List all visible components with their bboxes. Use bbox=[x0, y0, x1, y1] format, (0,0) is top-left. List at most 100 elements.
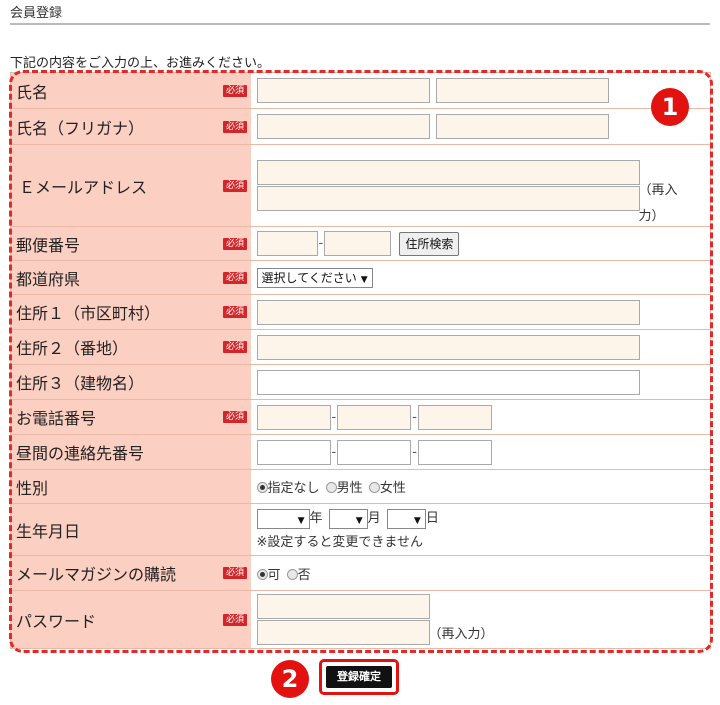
label-cell: 氏名 必須 bbox=[10, 72, 251, 109]
required-badge: 必須 bbox=[223, 306, 248, 318]
label-cell: メールマガジンの購読 必須 bbox=[10, 555, 251, 591]
value-cell bbox=[250, 364, 711, 400]
label-cell: Ｅメールアドレス 必須 bbox=[10, 144, 251, 227]
password-confirm-input[interactable] bbox=[256, 620, 430, 645]
required-badge: 必須 bbox=[223, 84, 248, 97]
field-label-address1: 住所１（市区町村） bbox=[16, 304, 161, 323]
newsletter-option-label: 否 bbox=[297, 567, 311, 583]
email-input[interactable] bbox=[256, 160, 640, 185]
required-badge: 必須 bbox=[223, 341, 248, 353]
value-cell: - 住所検索 bbox=[250, 226, 711, 261]
row-email: Ｅメールアドレス 必須 （再入力） bbox=[10, 144, 711, 227]
field-label-gender: 性別 bbox=[16, 478, 49, 498]
row-prefecture: 都道府県 必須 選択してください ▼ bbox=[10, 260, 711, 295]
phone-first-input[interactable] bbox=[256, 404, 331, 430]
row-name: 氏名 必須 bbox=[10, 72, 711, 109]
day-phone-third-input[interactable] bbox=[417, 439, 492, 465]
row-password: パスワード 必須 （再入力） bbox=[10, 590, 711, 649]
gender-radio-female[interactable] bbox=[368, 482, 380, 493]
dash-separator: - bbox=[331, 409, 337, 425]
field-label-name: 氏名 bbox=[16, 82, 49, 102]
dash-separator: - bbox=[412, 409, 417, 425]
prefecture-selected-value: 選択してください bbox=[261, 270, 357, 285]
label-cell: 住所１（市区町村） 必須 bbox=[10, 294, 251, 330]
address-search-button[interactable]: 住所検索 bbox=[399, 231, 460, 256]
value-cell bbox=[250, 329, 711, 365]
birth-month-select[interactable]: ▼ bbox=[328, 508, 368, 529]
day-unit: 日 bbox=[425, 511, 439, 527]
field-label-newsletter: メールマガジンの購読 bbox=[16, 565, 177, 584]
step-marker-1: 1 bbox=[651, 88, 689, 126]
year-unit: 年 bbox=[309, 511, 323, 527]
value-cell: -- bbox=[250, 434, 711, 470]
password-input[interactable] bbox=[256, 594, 430, 619]
field-label-day-phone: 昼間の連絡先番号 bbox=[16, 444, 145, 463]
value-cell: 指定なし 男性 女性 bbox=[250, 469, 711, 504]
field-label-email: Ｅメールアドレス bbox=[19, 177, 148, 197]
field-label-address3: 住所３（建物名） bbox=[16, 374, 145, 393]
day-phone-first-input[interactable] bbox=[256, 439, 331, 465]
email-confirm-input[interactable] bbox=[256, 186, 640, 211]
password-reenter-note: （再入力） bbox=[428, 627, 494, 642]
month-unit: 月 bbox=[367, 511, 381, 527]
field-label-password: パスワード bbox=[16, 611, 97, 631]
row-day-phone: 昼間の連絡先番号 -- bbox=[10, 434, 711, 470]
row-name-kana: 氏名（フリガナ） 必須 bbox=[10, 108, 711, 145]
row-newsletter: メールマガジンの購読 必須 可 否 bbox=[10, 555, 711, 591]
postal-code-first-input[interactable] bbox=[256, 231, 318, 256]
chevron-down-icon: ▼ bbox=[360, 274, 368, 285]
page-title: 会員登録 bbox=[10, 6, 63, 21]
birth-year-select[interactable]: ▼ bbox=[256, 508, 310, 529]
address2-input[interactable] bbox=[256, 334, 640, 360]
gender-radio-male[interactable] bbox=[325, 482, 337, 493]
row-address1: 住所１（市区町村） 必須 bbox=[10, 294, 711, 330]
required-badge: 必須 bbox=[223, 411, 248, 423]
field-label-prefecture: 都道府県 bbox=[16, 269, 81, 289]
registration-form: 氏名 必須 氏名（フリガナ） 必須 Ｅメールアドレス 必須 （再入力） 郵便番号… bbox=[10, 72, 711, 649]
newsletter-radio-yes[interactable] bbox=[256, 568, 268, 580]
birthdate-note: ※設定すると変更できません bbox=[256, 535, 424, 551]
email-reenter-note: （再入力） bbox=[638, 183, 678, 224]
submit-highlight: 登録確定 bbox=[319, 659, 399, 695]
prefecture-select[interactable]: 選択してください ▼ bbox=[256, 267, 373, 288]
first-name-input[interactable] bbox=[435, 78, 609, 103]
chevron-down-icon: ▼ bbox=[413, 515, 421, 526]
value-cell bbox=[250, 108, 711, 145]
first-name-kana-input[interactable] bbox=[435, 114, 609, 139]
phone-second-input[interactable] bbox=[337, 404, 412, 430]
value-cell bbox=[250, 294, 711, 330]
required-badge: 必須 bbox=[223, 237, 248, 250]
value-cell: -- bbox=[250, 399, 711, 435]
submit-button[interactable]: 登録確定 bbox=[326, 666, 392, 688]
field-label-birthdate: 生年月日 bbox=[16, 521, 81, 541]
required-badge: 必須 bbox=[223, 271, 248, 284]
phone-third-input[interactable] bbox=[417, 404, 492, 430]
label-cell: 性別 bbox=[10, 469, 251, 504]
last-name-input[interactable] bbox=[256, 78, 430, 103]
newsletter-option-label: 可 bbox=[267, 567, 281, 583]
label-cell: 都道府県 必須 bbox=[10, 260, 251, 295]
day-phone-second-input[interactable] bbox=[337, 439, 412, 465]
gender-option-label: 指定なし bbox=[267, 481, 320, 496]
row-phone: お電話番号 必須 -- bbox=[10, 399, 711, 435]
value-cell bbox=[250, 72, 711, 109]
last-name-kana-input[interactable] bbox=[256, 114, 430, 139]
row-address2: 住所２（番地） 必須 bbox=[10, 329, 711, 365]
label-cell: パスワード 必須 bbox=[10, 590, 251, 649]
address3-input[interactable] bbox=[256, 369, 640, 395]
dash-separator: - bbox=[412, 444, 417, 460]
field-label-phone: お電話番号 bbox=[16, 409, 97, 428]
gender-radio-unspecified[interactable] bbox=[256, 482, 268, 493]
label-cell: 郵便番号 必須 bbox=[10, 226, 251, 261]
birth-day-select[interactable]: ▼ bbox=[386, 508, 426, 529]
address1-input[interactable] bbox=[256, 299, 640, 325]
label-cell: 住所２（番地） 必須 bbox=[10, 329, 251, 365]
row-birthdate: 生年月日 ▼ 年 ▼ 月 ▼ 日 ※設定すると変更できません bbox=[10, 503, 711, 556]
newsletter-radio-no[interactable] bbox=[286, 568, 298, 580]
value-cell: ▼ 年 ▼ 月 ▼ 日 ※設定すると変更できません bbox=[250, 503, 711, 556]
row-postal: 郵便番号 必須 - 住所検索 bbox=[10, 226, 711, 261]
postal-code-second-input[interactable] bbox=[324, 231, 392, 256]
required-badge: 必須 bbox=[223, 567, 248, 579]
value-cell: （再入力） bbox=[250, 590, 711, 649]
intro-text: 下記の内容をご入力の上、お進みください。 bbox=[10, 56, 271, 71]
